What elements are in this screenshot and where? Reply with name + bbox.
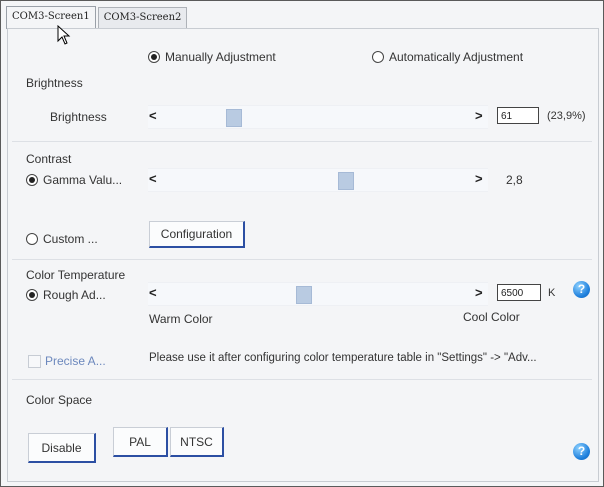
automatic-adjustment-option[interactable]: Automatically Adjustment xyxy=(372,50,523,64)
brightness-percent: (23,9%) xyxy=(547,110,586,122)
manual-adjustment-option[interactable]: Manually Adjustment xyxy=(148,50,276,64)
ntsc-button[interactable]: NTSC xyxy=(170,427,224,457)
custom-option[interactable]: Custom ... xyxy=(26,232,98,246)
automatic-radio[interactable] xyxy=(372,51,384,63)
cool-color-label: Cool Color xyxy=(463,310,520,324)
rough-adjustment-option[interactable]: Rough Ad... xyxy=(26,288,106,302)
gamma-value: 2,8 xyxy=(506,173,523,187)
gamma-value-option[interactable]: Gamma Valu... xyxy=(26,173,122,187)
gamma-slider-thumb[interactable] xyxy=(338,172,354,190)
rough-radio[interactable] xyxy=(26,289,38,301)
screen-settings-panel: Manually Adjustment Automatically Adjust… xyxy=(7,28,599,482)
color-space-section-title: Color Space xyxy=(26,393,93,407)
color-temperature-slider[interactable] xyxy=(148,282,488,306)
automatic-adjustment-label: Automatically Adjustment xyxy=(389,50,524,64)
custom-radio[interactable] xyxy=(26,233,38,245)
precise-adjustment-checkbox[interactable] xyxy=(28,355,41,368)
screen-tabs: COM3-Screen1 COM3-Screen2 xyxy=(6,6,189,29)
brightness-increase-arrow[interactable]: > xyxy=(475,108,483,123)
gamma-slider[interactable] xyxy=(148,168,488,192)
color-temperature-slider-thumb[interactable] xyxy=(296,286,312,304)
gamma-value-label: Gamma Valu... xyxy=(43,173,123,187)
divider xyxy=(12,141,592,142)
brightness-row-label: Brightness xyxy=(50,110,107,124)
manual-radio[interactable] xyxy=(148,51,160,63)
color-temperature-value-input[interactable]: 6500 xyxy=(497,284,541,301)
pal-button[interactable]: PAL xyxy=(113,427,168,457)
brightness-decrease-arrow[interactable]: < xyxy=(149,108,157,123)
divider xyxy=(12,379,592,380)
rough-adjustment-label: Rough Ad... xyxy=(43,288,106,302)
manual-adjustment-label: Manually Adjustment xyxy=(165,50,276,64)
brightness-slider-thumb[interactable] xyxy=(226,109,242,127)
color-temperature-decrease-arrow[interactable]: < xyxy=(149,285,157,300)
brightness-value-input[interactable]: 61 xyxy=(497,107,539,124)
gamma-decrease-arrow[interactable]: < xyxy=(149,171,157,186)
color-space-help-icon[interactable]: ? xyxy=(573,443,590,460)
custom-label: Custom ... xyxy=(43,232,98,246)
gamma-radio[interactable] xyxy=(26,174,38,186)
color-temperature-section-title: Color Temperature xyxy=(26,268,126,282)
color-temperature-increase-arrow[interactable]: > xyxy=(475,285,483,300)
gamma-increase-arrow[interactable]: > xyxy=(475,171,483,186)
tab-com3-screen2[interactable]: COM3-Screen2 xyxy=(97,7,188,28)
configuration-button[interactable]: Configuration xyxy=(149,221,245,248)
color-temperature-unit: K xyxy=(548,287,556,299)
mouse-cursor-icon xyxy=(57,25,71,45)
disable-button[interactable]: Disable xyxy=(28,433,96,463)
color-temperature-help-icon[interactable]: ? xyxy=(573,281,590,298)
brightness-section-title: Brightness xyxy=(26,76,83,90)
tab-com3-screen1[interactable]: COM3-Screen1 xyxy=(6,6,96,29)
contrast-section-title: Contrast xyxy=(26,152,72,166)
divider xyxy=(12,259,592,260)
precise-adjustment-hint: Please use it after configuring color te… xyxy=(149,352,537,364)
precise-adjustment-label: Precise A... xyxy=(45,354,106,368)
brightness-slider[interactable] xyxy=(148,105,488,129)
warm-color-label: Warm Color xyxy=(149,312,213,326)
device-window: COM3-Screen1 COM3-Screen2 Manually Adjus… xyxy=(0,0,604,487)
